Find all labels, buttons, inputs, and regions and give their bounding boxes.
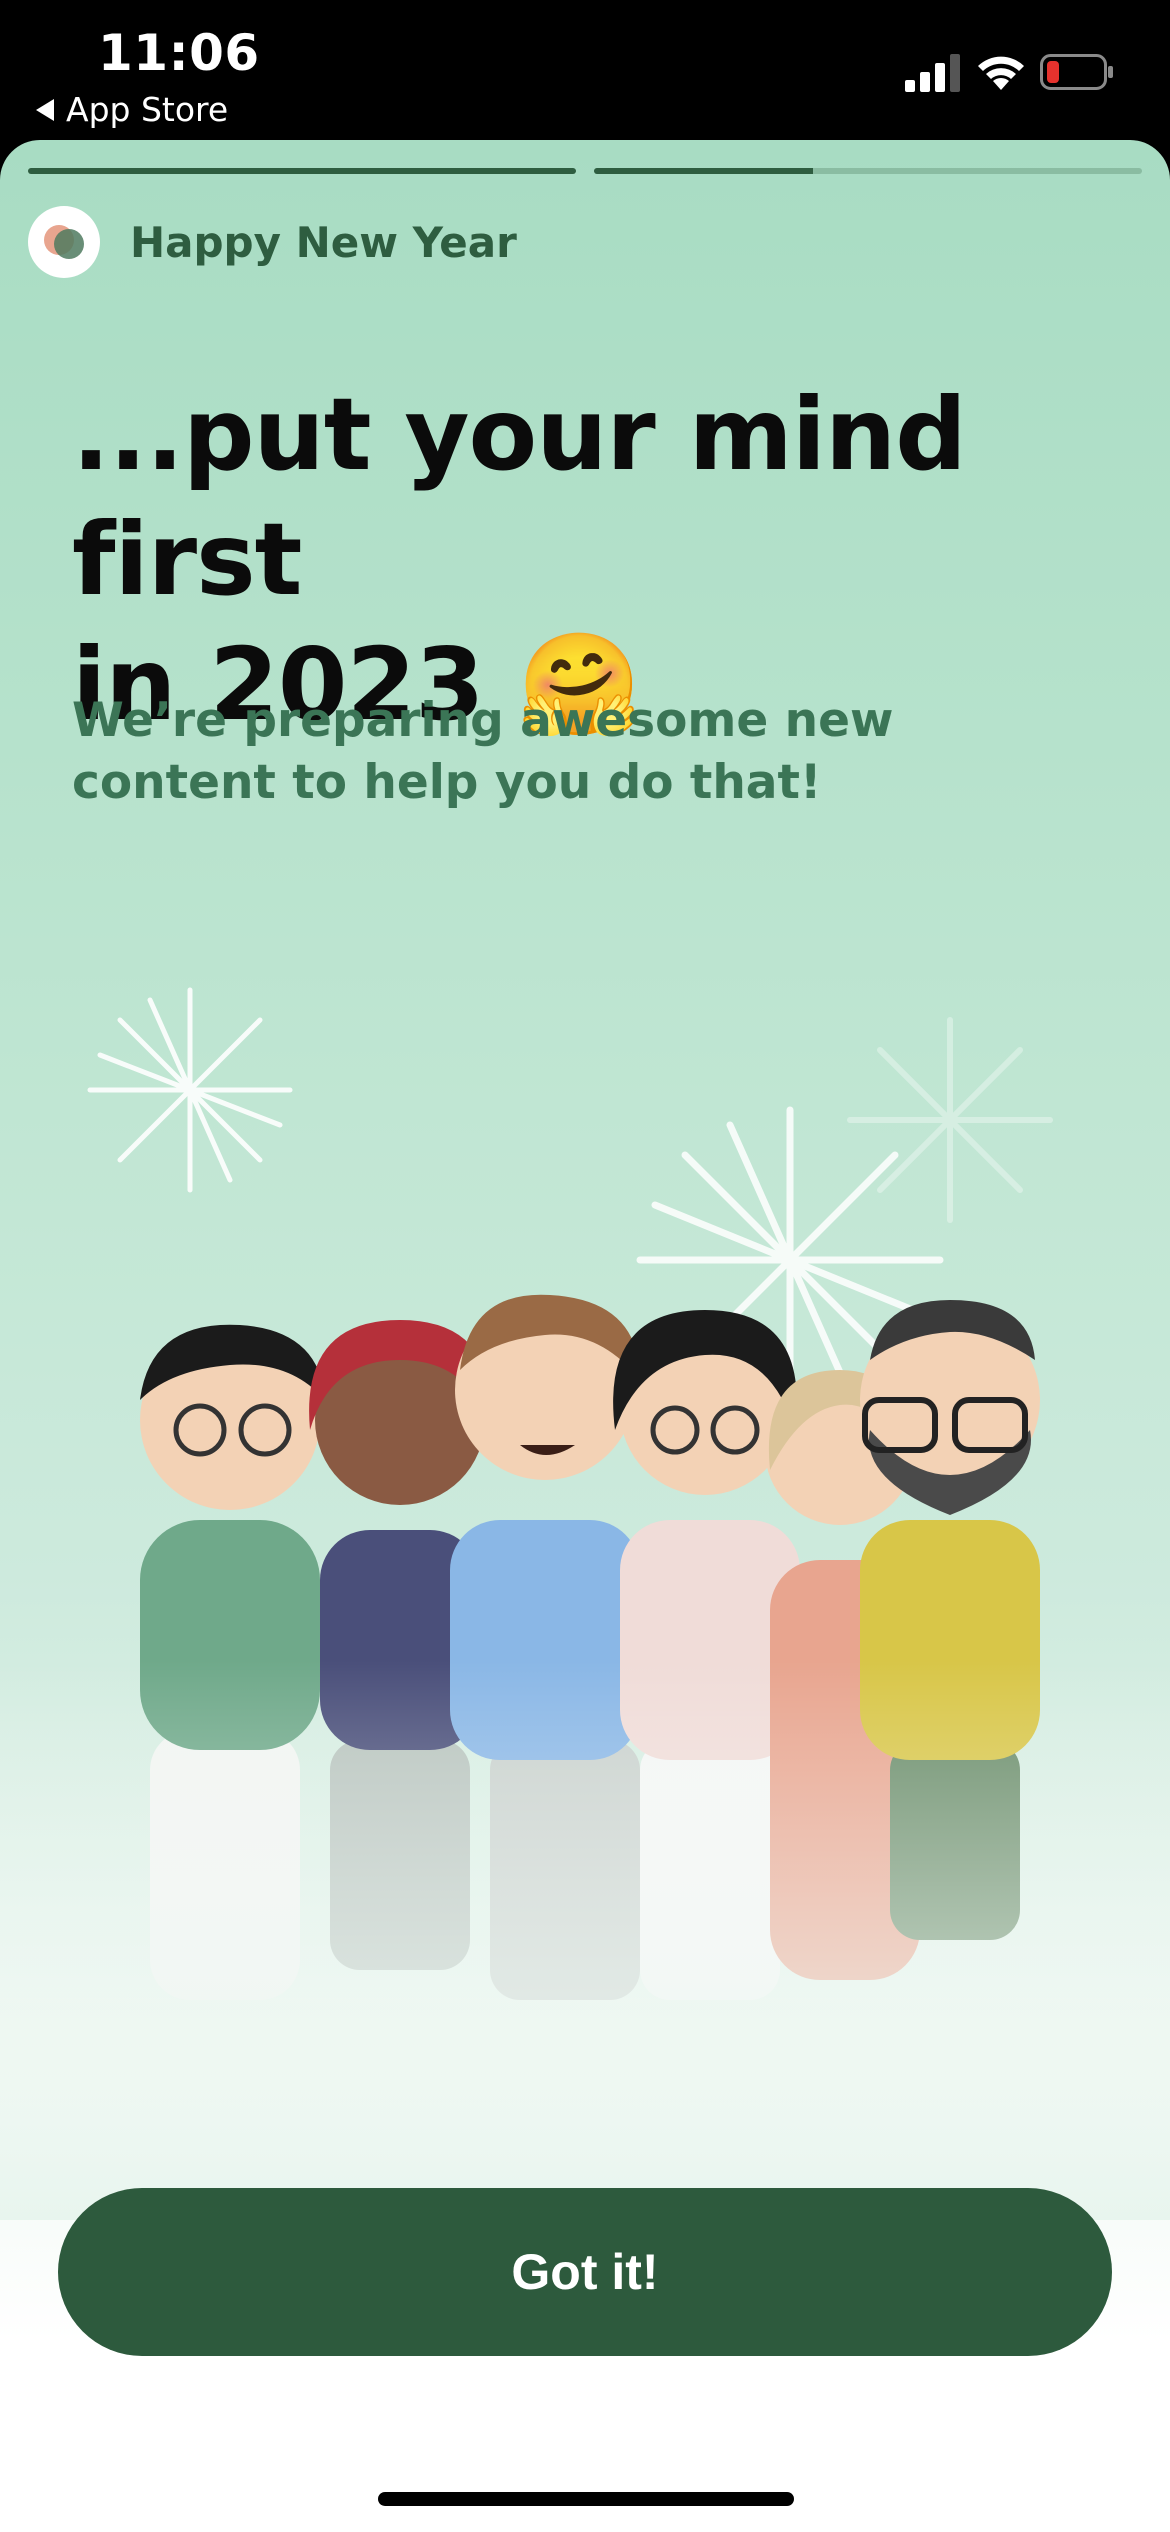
status-bar: 11:06 App Store bbox=[0, 0, 1170, 140]
home-indicator[interactable] bbox=[378, 2492, 794, 2506]
got-it-button[interactable]: Got it! bbox=[58, 2188, 1112, 2356]
firework-left-icon bbox=[87, 987, 293, 1193]
headline-line-1: ...put your mind first bbox=[72, 376, 967, 618]
group-of-friends-illustration bbox=[0, 987, 1170, 2220]
story-progress-fill bbox=[594, 168, 814, 174]
back-app-label: App Store bbox=[66, 90, 229, 129]
app-logo-icon bbox=[28, 206, 100, 278]
story-card: Happy New Year ...put your mind first in… bbox=[0, 140, 1170, 2532]
firework-faded-icon bbox=[847, 1017, 1053, 1223]
story-progress-segment-1 bbox=[28, 168, 576, 174]
story-progress-segment-2 bbox=[594, 168, 1142, 174]
back-arrow-icon bbox=[36, 98, 54, 121]
story-progress-fill bbox=[28, 168, 576, 174]
back-to-app-store-link[interactable]: App Store bbox=[36, 90, 228, 129]
status-time: 11:06 bbox=[98, 24, 260, 82]
subtext: We’re preparing awesome new content to h… bbox=[72, 693, 894, 810]
story-title: Happy New Year bbox=[130, 217, 517, 267]
battery-low-icon bbox=[1040, 54, 1113, 90]
wifi-icon bbox=[978, 56, 1024, 90]
story-header: Happy New Year bbox=[28, 206, 517, 278]
signal-icon bbox=[905, 54, 960, 92]
